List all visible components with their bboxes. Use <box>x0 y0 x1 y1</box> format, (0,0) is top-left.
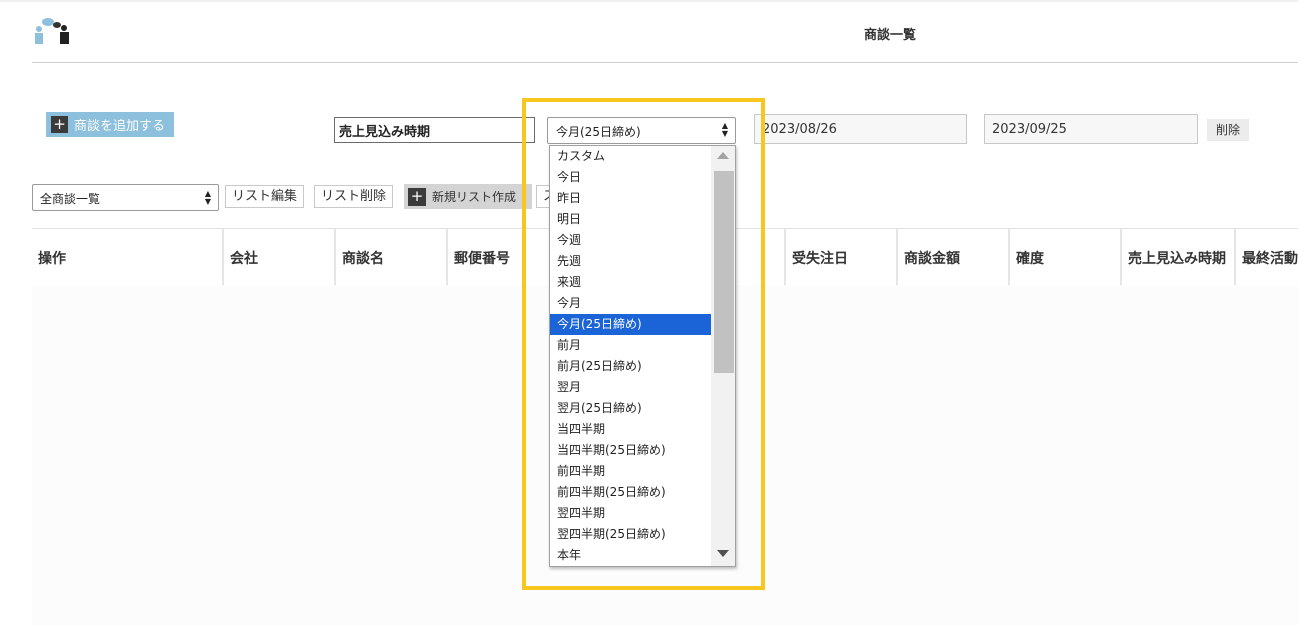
scroll-up-arrow-icon[interactable] <box>717 152 729 159</box>
dropdown-option-last-month-25th-close[interactable]: 前月(25日締め) <box>550 356 712 377</box>
dropdown-option-this-month-25th-close[interactable]: 今月(25日締め) <box>550 314 712 335</box>
column-header-expected-sales-period[interactable]: 売上見込み時期 <box>1122 229 1234 285</box>
column-header-deal-amount[interactable]: 商談金額 <box>898 229 1008 285</box>
column-header-actions[interactable]: 操作 <box>32 229 222 285</box>
dropdown-option-yesterday[interactable]: 昨日 <box>550 188 712 209</box>
dropdown-option-next-month-25th-close[interactable]: 翌月(25日締め) <box>550 398 712 419</box>
column-header-company[interactable]: 会社 <box>224 229 334 285</box>
add-deal-button[interactable]: + 商談を追加する <box>46 112 174 137</box>
dropdown-option-next-week[interactable]: 来週 <box>550 272 712 293</box>
dropdown-option-last-month[interactable]: 前月 <box>550 335 712 356</box>
date-field-select[interactable]: 売上見込み時期 <box>334 117 535 143</box>
dropdown-option-this-week[interactable]: 今週 <box>550 230 712 251</box>
header-divider <box>32 62 1298 63</box>
new-list-button[interactable]: + 新規リスト作成 <box>404 184 532 209</box>
dropdown-option-this-quarter-25th-close[interactable]: 当四半期(25日締め) <box>550 440 712 461</box>
clear-date-button[interactable]: 削除 <box>1207 119 1249 141</box>
plus-icon: + <box>51 116 68 133</box>
end-date-input[interactable]: 2023/09/25 <box>984 114 1198 144</box>
new-list-label: 新規リスト作成 <box>432 190 517 204</box>
list-select[interactable]: 全商談一覧 ▲ ▼ <box>32 184 219 211</box>
dropdown-option-last-quarter[interactable]: 前四半期 <box>550 461 712 482</box>
dropdown-option-custom[interactable]: カスタム <box>550 146 712 167</box>
column-header-last-activity-date[interactable]: 最終活動日 <box>1236 229 1298 285</box>
app-logo-icon[interactable] <box>30 16 76 48</box>
top-border <box>0 0 1298 2</box>
column-header-deal-name[interactable]: 商談名 <box>336 229 446 285</box>
dropdown-option-this-quarter[interactable]: 当四半期 <box>550 419 712 440</box>
add-deal-label: 商談を追加する <box>74 119 166 134</box>
delete-list-button[interactable]: リスト削除 <box>314 185 394 208</box>
dropdown-option-today[interactable]: 今日 <box>550 167 712 188</box>
dropdown-option-next-quarter[interactable]: 翌四半期 <box>550 503 712 524</box>
scrollbar-thumb[interactable] <box>714 171 734 373</box>
column-header-win-loss-date[interactable]: 受失注日 <box>786 229 896 285</box>
period-dropdown-list[interactable]: カスタム 今日 昨日 明日 今週 先週 来週 今月 今月(25日締め) 前月 前… <box>549 145 736 567</box>
scroll-down-arrow-icon[interactable] <box>717 550 729 557</box>
list-select-value: 全商談一覧 <box>40 192 101 206</box>
dropdown-option-next-quarter-25th-close[interactable]: 翌四半期(25日締め) <box>550 524 712 545</box>
dropdown-option-last-quarter-25th-close[interactable]: 前四半期(25日締め) <box>550 482 712 503</box>
edit-list-button[interactable]: リスト編集 <box>225 185 305 208</box>
page-title: 商談一覧 <box>864 28 917 43</box>
dropdown-option-tomorrow[interactable]: 明日 <box>550 209 712 230</box>
plus-icon: + <box>408 187 426 206</box>
column-header-probability[interactable]: 確度 <box>1010 229 1120 285</box>
select-arrows-icon: ▲ ▼ <box>204 189 211 206</box>
dropdown-option-this-year[interactable]: 本年 <box>550 545 712 566</box>
dropdown-option-next-month[interactable]: 翌月 <box>550 377 712 398</box>
dropdown-scrollbar[interactable] <box>711 146 735 566</box>
start-date-input[interactable]: 2023/08/26 <box>754 114 967 144</box>
dropdown-option-this-month[interactable]: 今月 <box>550 293 712 314</box>
dropdown-option-last-week[interactable]: 先週 <box>550 251 712 272</box>
